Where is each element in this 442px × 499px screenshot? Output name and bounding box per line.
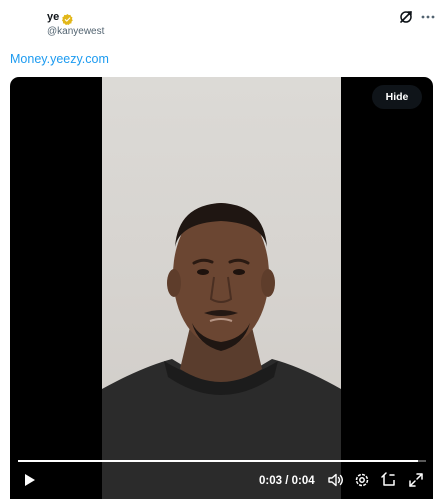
hide-button[interactable]: Hide bbox=[372, 85, 422, 109]
play-icon[interactable] bbox=[20, 471, 38, 489]
fullscreen-icon[interactable] bbox=[407, 471, 425, 489]
video-controls: 0:03 / 0:04 bbox=[10, 471, 433, 495]
picture-in-picture-icon[interactable] bbox=[380, 471, 398, 489]
author-handle[interactable]: @kanyewest bbox=[47, 26, 104, 38]
post-link[interactable]: Money.yeezy.com bbox=[10, 51, 109, 67]
time-separator: / bbox=[285, 475, 289, 487]
video-progress-fill bbox=[18, 460, 418, 462]
settings-icon[interactable] bbox=[353, 471, 371, 489]
grok-icon[interactable] bbox=[399, 10, 413, 24]
more-icon[interactable] bbox=[420, 9, 436, 25]
video-frame[interactable] bbox=[102, 77, 341, 499]
current-time: 0:03 bbox=[259, 475, 283, 487]
verified-badge-icon bbox=[62, 12, 73, 25]
duration: 0:04 bbox=[291, 475, 315, 487]
author-name-row[interactable]: ye bbox=[47, 11, 73, 25]
volume-icon[interactable] bbox=[326, 471, 344, 489]
video-player[interactable]: Hide 0:03 / 0:04 bbox=[10, 77, 433, 499]
display-name[interactable]: ye bbox=[47, 11, 59, 24]
avatar[interactable] bbox=[10, 8, 38, 36]
video-still-image bbox=[102, 203, 341, 499]
video-progress-bar[interactable] bbox=[18, 460, 426, 462]
video-time: 0:03 / 0:04 bbox=[259, 474, 315, 488]
post-header: ye @kanyewest bbox=[0, 0, 442, 48]
